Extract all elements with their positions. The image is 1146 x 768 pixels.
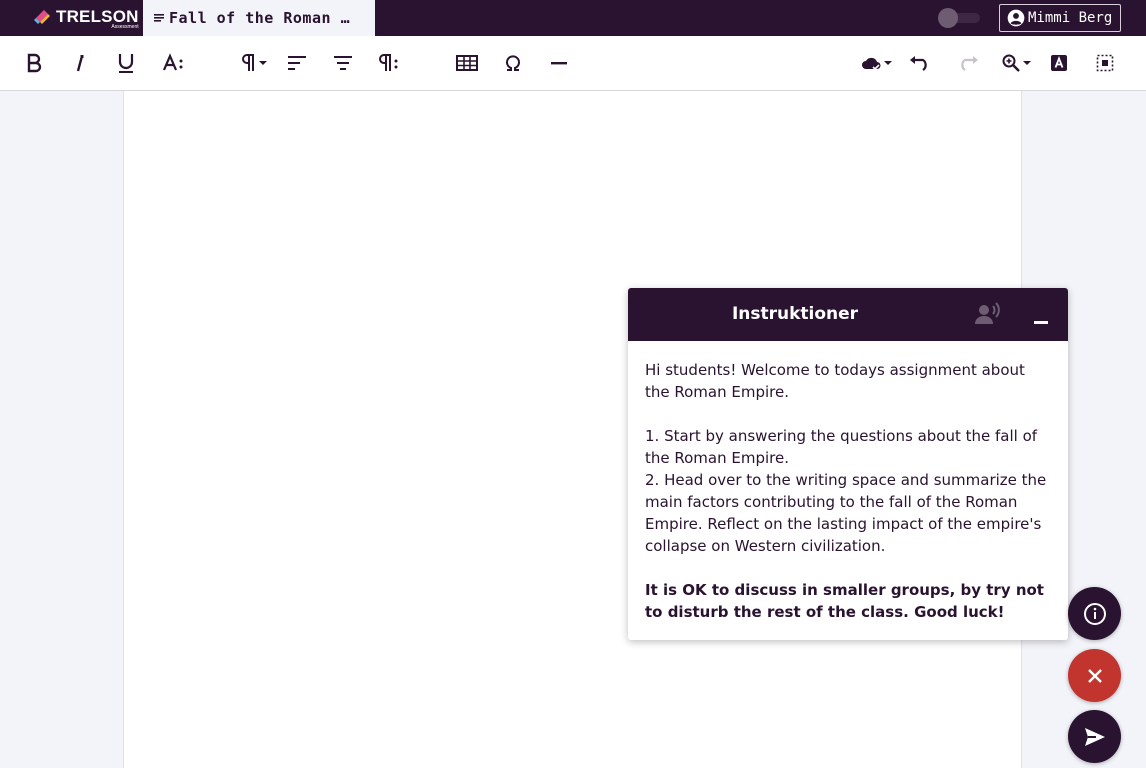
paragraph-settings-icon (379, 54, 398, 71)
user-account-icon (1007, 9, 1025, 27)
instructions-step-2: 2. Head over to the writing space and su… (645, 471, 1047, 555)
horizontal-line-icon (551, 62, 567, 65)
text-to-speech-icon[interactable] (974, 302, 1002, 326)
chevron-down-icon (259, 61, 267, 65)
document-title: Fall of the Roman Empire (169, 9, 354, 27)
info-icon (1083, 602, 1106, 625)
bold-icon (27, 53, 42, 73)
info-button[interactable] (1068, 587, 1121, 640)
paragraph-settings-button[interactable] (376, 50, 402, 76)
horizontal-line-button[interactable] (546, 50, 572, 76)
undo-icon (910, 56, 927, 71)
paragraph-format-dropdown[interactable] (236, 50, 270, 76)
minimize-icon[interactable] (1034, 321, 1048, 324)
align-center-button[interactable] (330, 50, 356, 76)
submit-button[interactable] (1068, 710, 1121, 763)
toggle-knob (938, 8, 958, 28)
insert-table-button[interactable] (454, 50, 480, 76)
instructions-step-1: 1. Start by answering the questions abou… (645, 427, 1038, 467)
chevron-down-icon (884, 61, 892, 65)
undo-button[interactable] (906, 50, 934, 76)
chevron-down-icon (1023, 61, 1031, 65)
align-center-icon (334, 56, 352, 70)
document-lines-icon (154, 14, 164, 22)
editor-toolbar (0, 36, 1146, 91)
top-bar: TRELSON Assessment Fall of the Roman Emp… (0, 0, 1146, 36)
cloud-check-icon (862, 57, 881, 71)
italic-button[interactable] (70, 50, 90, 76)
instructions-header: Instruktioner (628, 288, 1068, 341)
logo-mark-icon (34, 10, 50, 24)
user-menu-button[interactable]: Mimmi Berg (999, 4, 1121, 32)
align-left-icon (288, 56, 306, 70)
zoom-dropdown[interactable] (998, 50, 1034, 76)
italic-icon (76, 55, 84, 72)
align-left-button[interactable] (284, 50, 310, 76)
paragraph-icon (242, 54, 254, 71)
send-icon (1084, 727, 1105, 746)
user-name: Mimmi Berg (1028, 10, 1113, 26)
spellcheck-dropdown[interactable] (858, 50, 894, 76)
select-all-icon (1096, 54, 1114, 72)
instructions-intro: Hi students! Welcome to todays assignmen… (645, 361, 1025, 401)
text-size-icon (162, 53, 183, 71)
redo-icon (961, 56, 978, 71)
special-character-button[interactable] (500, 50, 526, 76)
omega-icon (506, 55, 520, 71)
document-tab[interactable]: Fall of the Roman Empire (143, 0, 375, 36)
select-all-button[interactable] (1093, 50, 1117, 76)
logo-subtext: Assessment (111, 24, 139, 30)
highlight-icon (1051, 55, 1067, 71)
instructions-panel: Instruktioner Hi students! Welcome to to… (628, 288, 1068, 640)
close-button[interactable] (1068, 649, 1121, 702)
highlight-button[interactable] (1047, 50, 1071, 76)
bold-button[interactable] (22, 50, 46, 76)
dark-mode-toggle[interactable] (938, 8, 980, 28)
text-size-button[interactable] (160, 50, 186, 76)
underline-button[interactable] (114, 50, 138, 76)
instructions-title: Instruktioner (731, 304, 859, 324)
instructions-body: Hi students! Welcome to todays assignmen… (628, 341, 1068, 623)
instructions-note: It is OK to discuss in smaller groups, b… (645, 581, 1044, 621)
zoom-icon (1002, 54, 1020, 72)
redo-button[interactable] (954, 50, 982, 76)
close-icon (1087, 668, 1102, 683)
trelson-logo: TRELSON Assessment (34, 7, 139, 30)
underline-icon (118, 54, 134, 73)
table-icon (456, 55, 478, 71)
